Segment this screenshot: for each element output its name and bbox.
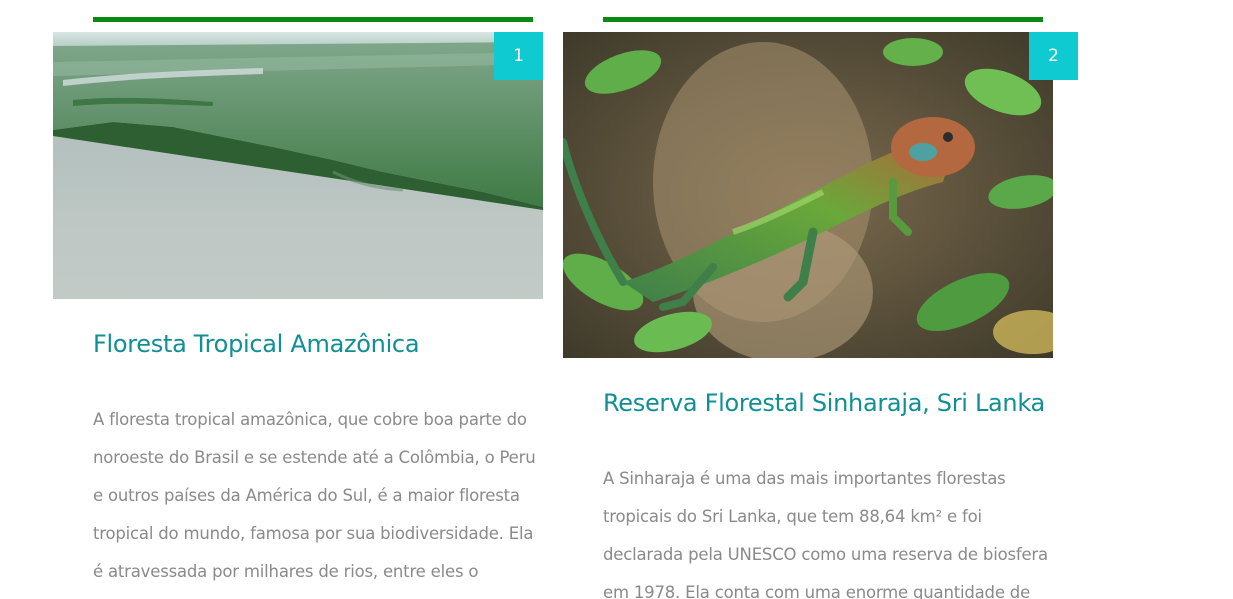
card-index-badge: 2 (1029, 32, 1078, 80)
card-title[interactable]: Floresta Tropical Amazônica (93, 330, 420, 358)
page: 1 Floresta Tropical Amazônica A floresta… (0, 0, 1233, 599)
card-image-container: 2 (563, 32, 1078, 358)
card-description: A Sinharaja é uma das mais importantes f… (603, 469, 1048, 599)
card-accent-bar (93, 17, 533, 22)
amazon-river-aerial-photo[interactable] (53, 32, 543, 299)
card-description: A floresta tropical amazônica, que cobre… (93, 410, 536, 581)
green-lizard-photo[interactable] (563, 32, 1053, 358)
card-accent-bar (603, 17, 1043, 22)
card-image-container: 1 (53, 32, 543, 299)
card-index-badge: 1 (494, 32, 543, 80)
card-title[interactable]: Reserva Florestal Sinharaja, Sri Lanka (603, 389, 1045, 417)
